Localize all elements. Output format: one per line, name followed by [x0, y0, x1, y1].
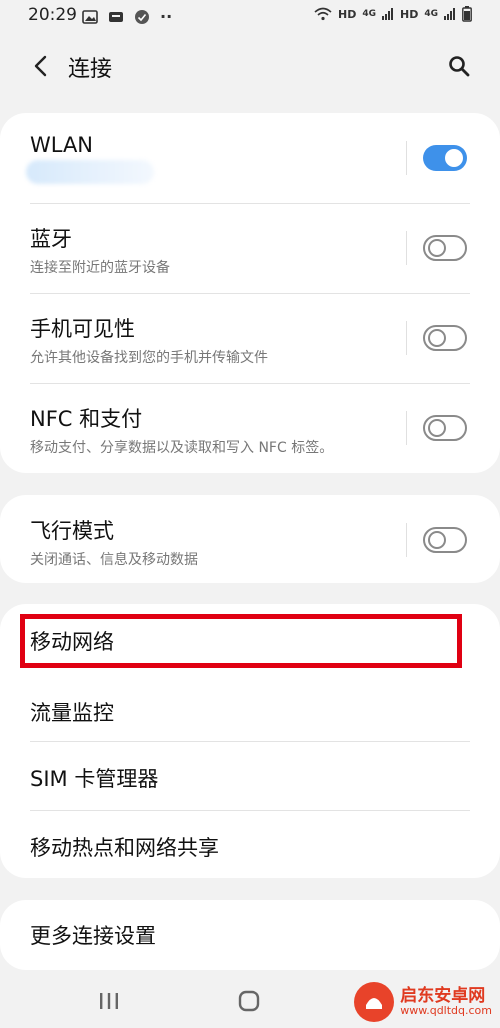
hotspot-title: 移动热点和网络共享: [30, 836, 219, 860]
network-label-4: 4G: [424, 9, 438, 19]
status-bar: 20:29 ·· HD 4G HD 4G: [0, 0, 500, 30]
watermark-url: www.qdltdq.com: [400, 1004, 492, 1018]
toggle-knob: [443, 147, 465, 169]
watermark-name: 启东安卓网: [400, 985, 486, 1006]
connections-card: WLAN 蓝牙 连接至附近的蓝牙设备 手机可见性 允许其他设备找到您的手机并传输…: [0, 113, 500, 473]
chevron-left-icon: [34, 55, 47, 77]
data-usage-title: 流量监控: [30, 701, 114, 725]
hotspot-row[interactable]: 移动热点和网络共享: [0, 810, 500, 878]
system-icons: HD 4G HD 4G: [314, 6, 472, 22]
nfc-subtitle: 移动支付、分享数据以及读取和写入 NFC 标签。: [30, 440, 334, 456]
more-notifications-indicator: ··: [160, 7, 173, 26]
sim-manager-row[interactable]: SIM 卡管理器: [0, 741, 500, 810]
nfc-row[interactable]: NFC 和支付 移动支付、分享数据以及读取和写入 NFC 标签。: [0, 383, 500, 473]
sim-manager-title: SIM 卡管理器: [30, 767, 159, 791]
search-button[interactable]: [442, 48, 476, 84]
home-icon[interactable]: [238, 990, 260, 1012]
bluetooth-toggle[interactable]: [423, 235, 467, 261]
signal-icon: [382, 8, 393, 20]
wlan-network-name-blurred: [26, 160, 154, 184]
vertical-separator: [406, 231, 407, 265]
wlan-toggle[interactable]: [423, 145, 467, 171]
airplane-mode-row[interactable]: 飞行模式 关闭通话、信息及移动数据: [0, 495, 500, 583]
airplane-card: 飞行模式 关闭通话、信息及移动数据: [0, 495, 500, 583]
navigation-bar: 启东安卓网 www.qdltdq.com: [0, 972, 500, 1028]
wlan-row[interactable]: WLAN: [0, 113, 500, 203]
bluetooth-subtitle: 连接至附近的蓝牙设备: [30, 260, 170, 276]
app-notification-icon: [109, 11, 123, 22]
network-label-3: HD: [400, 7, 419, 21]
signal-icon-2: [444, 8, 455, 20]
back-button[interactable]: [26, 48, 56, 84]
toggle-knob: [428, 239, 446, 257]
wlan-title: WLAN: [30, 133, 94, 157]
bluetooth-title: 蓝牙: [30, 227, 72, 251]
watermark-logo-icon: [354, 982, 395, 1022]
vertical-separator: [406, 321, 407, 355]
nfc-title: NFC 和支付: [30, 407, 143, 431]
page-title: 连接: [68, 57, 113, 82]
nfc-toggle[interactable]: [423, 415, 467, 441]
search-icon: [449, 56, 470, 77]
airplane-mode-toggle[interactable]: [423, 527, 467, 553]
app-bar: 连接: [0, 38, 500, 94]
toggle-knob: [428, 531, 446, 549]
notification-icons: ··: [82, 7, 172, 26]
bluetooth-row[interactable]: 蓝牙 连接至附近的蓝牙设备: [0, 203, 500, 293]
visibility-title: 手机可见性: [30, 317, 135, 341]
vertical-separator: [406, 411, 407, 445]
check-circle-icon: [135, 9, 149, 24]
more-settings-card: 更多连接设置: [0, 900, 500, 970]
highlight-box: [20, 614, 462, 668]
toggle-knob: [428, 419, 446, 437]
watermark-text: 启东安卓网 www.qdltdq.com: [400, 985, 492, 1018]
status-time: 20:29: [28, 5, 77, 25]
network-label-2: 4G: [362, 9, 376, 19]
vertical-separator: [406, 141, 407, 175]
gallery-icon: [82, 9, 98, 24]
more-connection-settings-title: 更多连接设置: [30, 924, 156, 948]
visibility-row[interactable]: 手机可见性 允许其他设备找到您的手机并传输文件: [0, 293, 500, 383]
battery-icon: [462, 6, 472, 22]
visibility-toggle[interactable]: [423, 325, 467, 351]
visibility-subtitle: 允许其他设备找到您的手机并传输文件: [30, 350, 268, 366]
airplane-mode-title: 飞行模式: [30, 519, 114, 543]
vertical-separator: [406, 523, 407, 557]
wifi-icon: [314, 7, 332, 21]
recent-apps-icon[interactable]: [98, 992, 120, 1010]
toggle-knob: [428, 329, 446, 347]
data-usage-row[interactable]: 流量监控: [0, 673, 500, 742]
watermark: 启东安卓网 www.qdltdq.com: [354, 982, 492, 1022]
airplane-mode-subtitle: 关闭通话、信息及移动数据: [30, 552, 198, 568]
network-label-1: HD: [338, 7, 357, 21]
more-connection-settings-row[interactable]: 更多连接设置: [0, 900, 500, 970]
